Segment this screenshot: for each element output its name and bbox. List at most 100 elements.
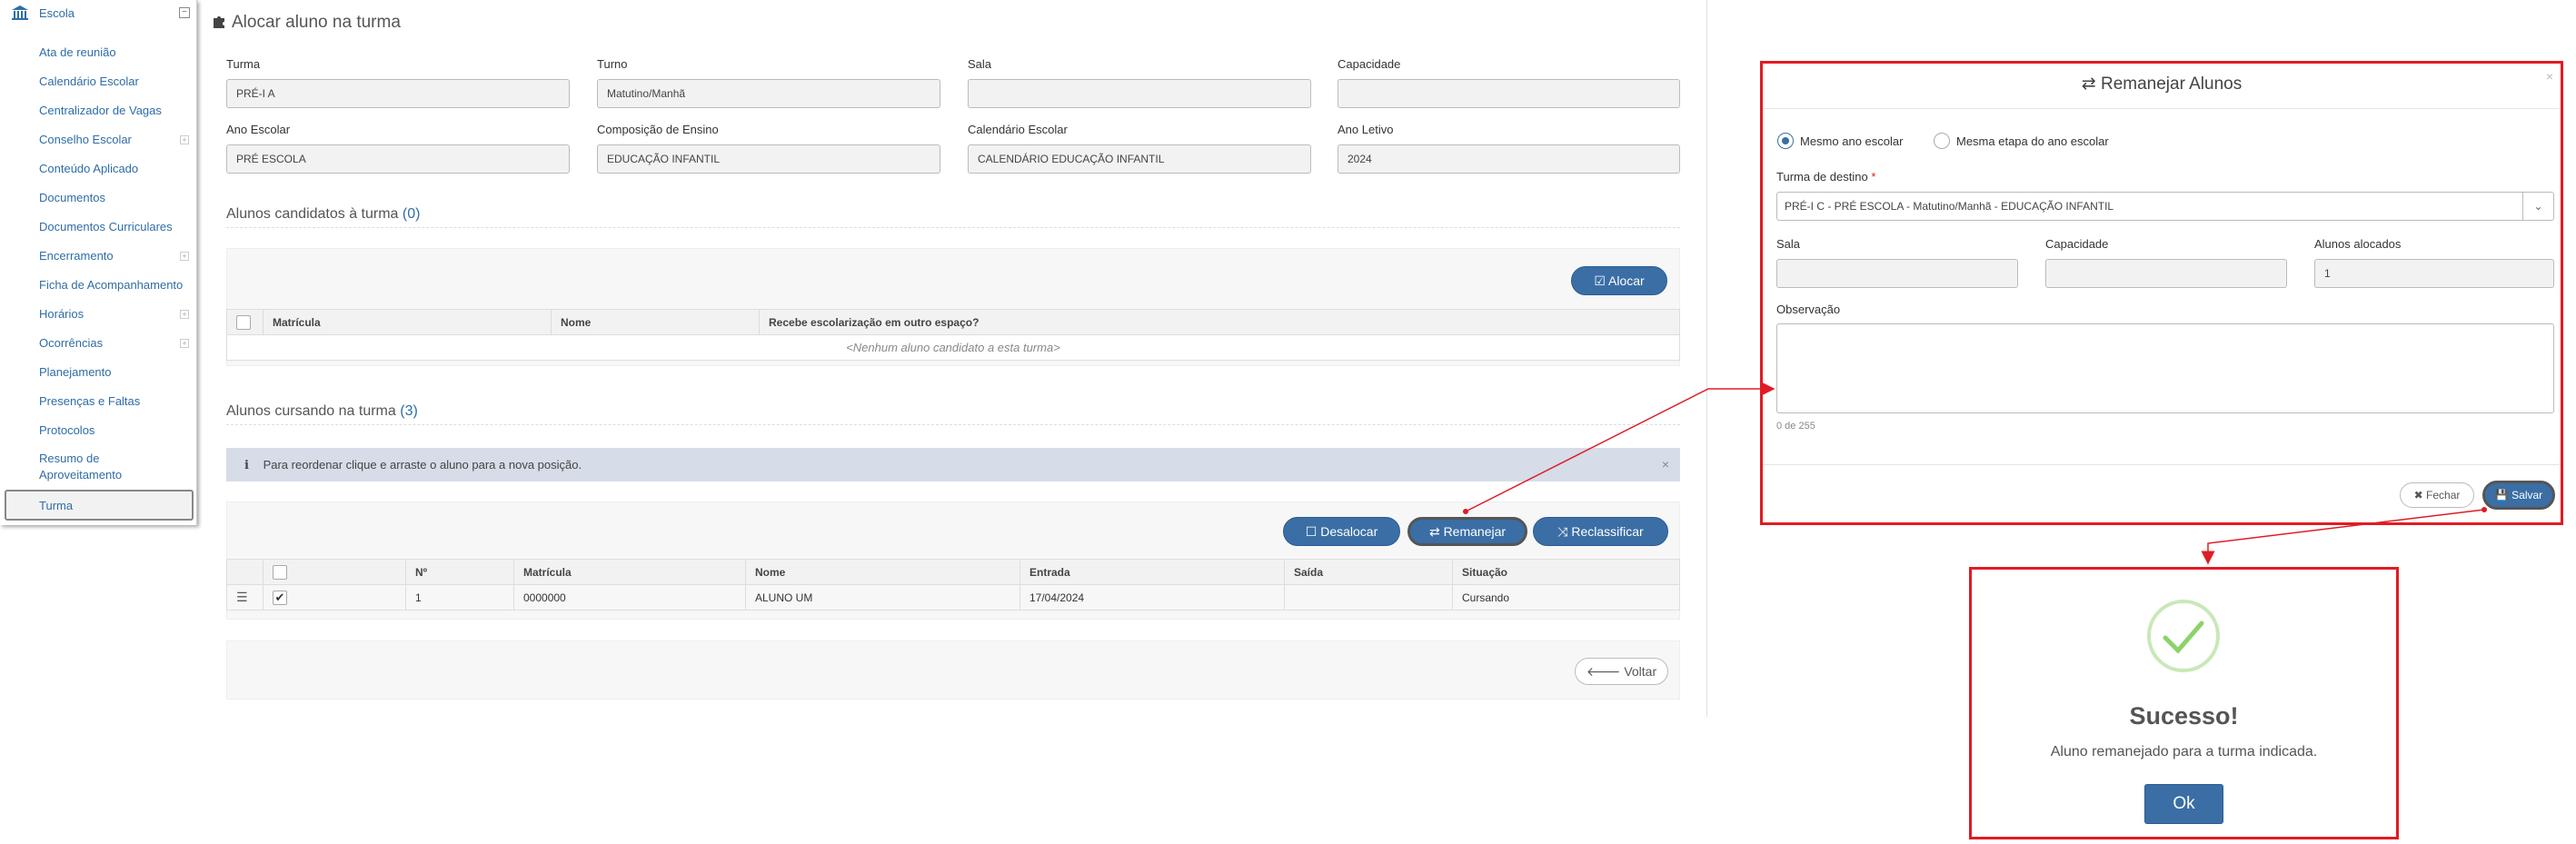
alunos-alocados-field[interactable]: 1 [2314, 259, 2554, 288]
sidebar-item[interactable]: Conselho Escolar [39, 133, 132, 146]
char-counter: 0 de 255 [1776, 421, 1815, 432]
turma-field[interactable]: PRÉ-I A [226, 79, 570, 108]
radio-mesmo-ano-label[interactable]: Mesmo ano escolar [1800, 134, 1903, 148]
observacao-label: Observação [1776, 303, 1841, 316]
capacidade-field[interactable] [1338, 79, 1680, 108]
radio-mesma-etapa-label[interactable]: Mesma etapa do ano escolar [1956, 134, 2109, 148]
sidebar-item[interactable]: Presenças e Faltas [39, 394, 140, 408]
composicao-ensino-field[interactable]: EDUCAÇÃO INFANTIL [597, 144, 940, 174]
close-icon[interactable]: × [2546, 69, 2553, 84]
sidebar-item[interactable]: Documentos Curriculares [39, 220, 173, 233]
select-all-checkbox[interactable] [273, 564, 287, 580]
expand-icon[interactable]: + [180, 252, 189, 261]
drag-handle-icon[interactable]: ☰ [236, 590, 248, 604]
sidebar-item[interactable]: Calendário Escolar [39, 74, 139, 88]
select-all-cell [226, 309, 264, 335]
salvar-label: Salvar [2511, 489, 2543, 501]
candidatos-count: (0) [402, 206, 421, 222]
sidebar-item[interactable]: Horários [39, 307, 84, 321]
column-header[interactable]: Matrícula [513, 559, 746, 585]
sidebar-item[interactable]: Centralizador de Vagas [39, 104, 162, 117]
row-checkbox-checked[interactable]: ✔ [273, 590, 287, 605]
calendario-escolar-field[interactable]: CALENDÁRIO EDUCAÇÃO INFANTIL [968, 144, 1311, 174]
radio-mesma-etapa[interactable] [1934, 133, 1950, 149]
sala-field[interactable] [968, 79, 1311, 108]
column-header[interactable]: Saída [1284, 559, 1453, 585]
calendario-escolar-label: Calendário Escolar [968, 123, 1068, 136]
check-square-icon: ☑ [1594, 273, 1606, 288]
capacidade-label: Capacidade [2045, 237, 2109, 251]
turno-field[interactable]: Matutino/Manhã [597, 79, 940, 108]
capacidade-field[interactable] [2045, 259, 2287, 288]
sidebar-item[interactable]: Documentos [39, 191, 105, 204]
success-check-icon [2147, 600, 2220, 672]
modal-divider [1763, 108, 2561, 109]
close-icon[interactable]: × [1662, 448, 1669, 482]
table-header-row: Nº Matrícula Nome Entrada Saída Situação [226, 559, 1680, 585]
modal-title: ⇄ Remanejar Alunos [1763, 74, 2561, 94]
expand-icon[interactable]: + [180, 310, 189, 319]
column-header[interactable]: Situação [1452, 559, 1680, 585]
sidebar-item[interactable]: Encerramento [39, 249, 114, 263]
ano-escolar-field[interactable]: PRÉ ESCOLA [226, 144, 570, 174]
turma-destino-select[interactable]: PRÉ-I C - PRÉ ESCOLA - Matutino/Manhã - … [1776, 192, 2554, 221]
column-header[interactable]: Recebe escolarização em outro espaço? [759, 309, 1680, 335]
remanejar-button[interactable]: ⇄ Remanejar [1407, 517, 1527, 546]
sidebar-item[interactable]: Ata de reunião [39, 45, 116, 59]
section-divider [226, 227, 1680, 228]
sidebar-item[interactable]: Protocolos [39, 423, 94, 437]
cursando-section-title: Alunos cursando na turma (3) [226, 403, 418, 420]
required-mark: * [1871, 170, 1876, 184]
sidebar-item[interactable]: Ocorrências [39, 336, 103, 350]
voltar-button[interactable]: 🡐 Voltar [1575, 658, 1668, 685]
section-divider [226, 424, 1680, 425]
sidebar-item[interactable]: Conteúdo Aplicado [39, 162, 138, 175]
fechar-button[interactable]: ✖ Fechar [2400, 482, 2474, 508]
sidebar-item[interactable]: Ficha de Acompanhamento [39, 278, 183, 292]
column-header[interactable]: Nome [551, 309, 760, 335]
cell-entrada: 17/04/2024 [1019, 584, 1285, 611]
empty-message: <Nenhum aluno candidato a esta turma> [226, 334, 1680, 361]
chevron-down-icon[interactable]: ⌄ [2522, 193, 2553, 220]
observacao-textarea[interactable] [1776, 323, 2554, 413]
column-header[interactable]: Nº [405, 559, 514, 585]
column-header[interactable]: Entrada [1019, 559, 1285, 585]
cell-numero: 1 [405, 584, 514, 611]
sidebar: Escola − Ata de reunião Calendário Escola… [0, 0, 197, 525]
sala-field[interactable] [1776, 259, 2018, 288]
select-all-cell [263, 559, 406, 585]
sidebar-header-escola[interactable]: Escola − [0, 0, 197, 27]
expand-icon[interactable]: + [180, 135, 189, 144]
select-all-checkbox[interactable] [236, 314, 251, 330]
turma-destino-label-text: Turma de destino [1776, 170, 1868, 184]
alocar-button[interactable]: ☑ Alocar [1571, 266, 1667, 295]
collapse-icon[interactable]: − [179, 7, 190, 18]
desalocar-button[interactable]: ☐ Desalocar [1283, 517, 1400, 546]
sidebar-item-turma-active[interactable]: Turma [5, 490, 194, 521]
column-header[interactable]: Nome [745, 559, 1020, 585]
radio-mesmo-ano[interactable] [1777, 133, 1794, 149]
table-row[interactable]: ☰ ✔ 1 0000000 ALUNO UM 17/04/2024 Cursan… [226, 584, 1680, 611]
column-header[interactable]: Matrícula [263, 309, 552, 335]
expand-icon[interactable]: + [180, 339, 189, 348]
footer-panel [226, 640, 1680, 700]
remanejar-label: Remanejar [1443, 524, 1507, 539]
ano-letivo-field[interactable]: 2024 [1338, 144, 1680, 174]
success-message: Aluno remanejado para a turma indicada. [2050, 744, 2318, 760]
page-title-text: Alocar aluno na turma [232, 13, 401, 32]
turma-destino-label: Turma de destino * [1776, 170, 1875, 184]
fechar-label: Fechar [2426, 489, 2461, 501]
sidebar-item[interactable]: Planejamento [39, 365, 112, 379]
sidebar-item-label: Turma [39, 499, 74, 512]
sidebar-item[interactable]: Resumo de Aproveitamento [39, 451, 166, 483]
shuffle-icon: ⤨ [1557, 524, 1568, 539]
salvar-button[interactable]: 💾 Salvar [2482, 481, 2555, 510]
drag-handle-cell[interactable]: ☰ [226, 584, 264, 611]
reclassificar-button[interactable]: ⤨ Reclassificar [1533, 517, 1668, 546]
sala-label: Sala [968, 57, 992, 71]
voltar-label: Voltar [1624, 664, 1657, 679]
turma-destino-value: PRÉ-I C - PRÉ ESCOLA - Matutino/Manhã - … [1785, 200, 2114, 213]
ok-button[interactable]: Ok [2144, 784, 2223, 824]
cell-matricula: 0000000 [513, 584, 746, 611]
exchange-icon: ⇄ [1428, 524, 1440, 539]
